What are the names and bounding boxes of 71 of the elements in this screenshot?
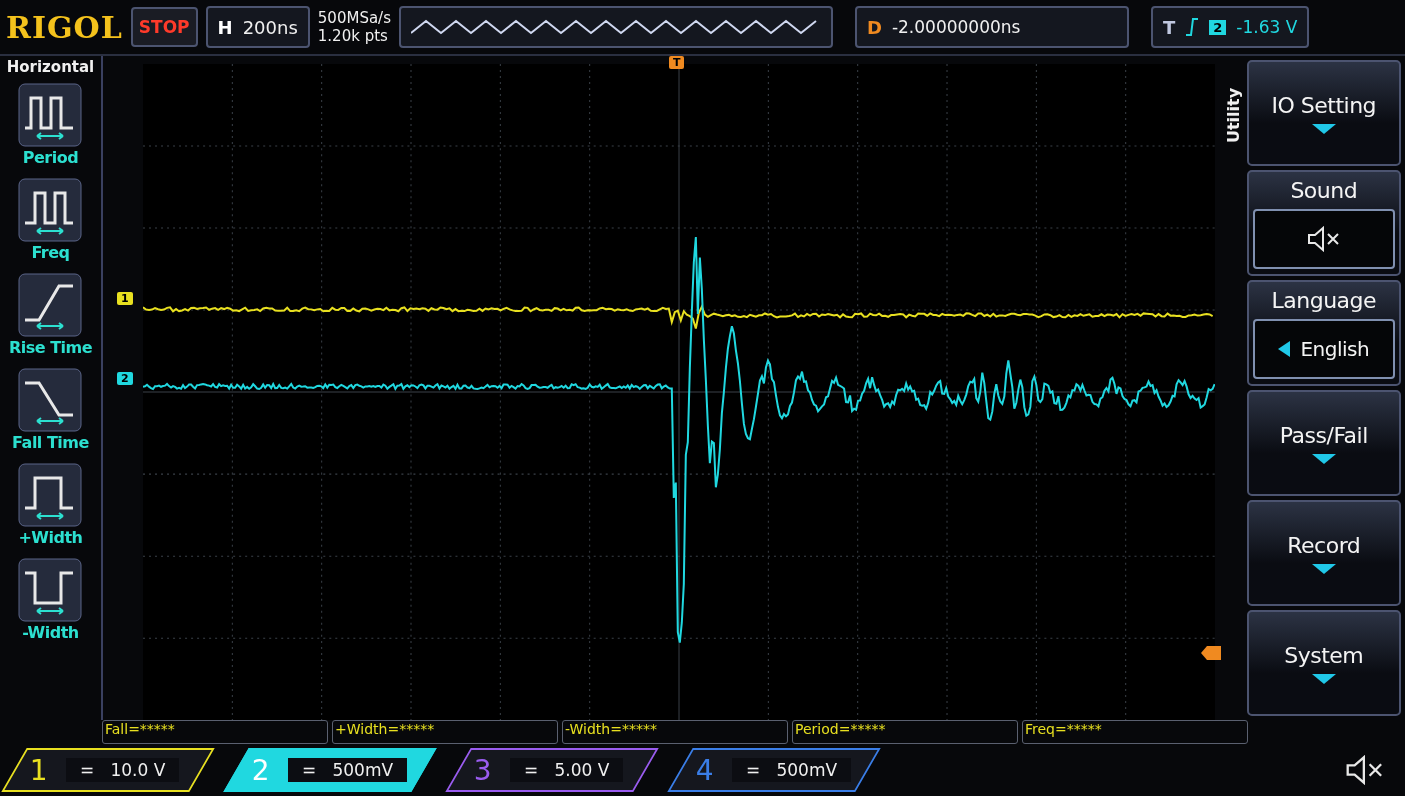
menu-value: English: [1300, 336, 1370, 361]
menu-item[interactable]: Record: [1246, 500, 1401, 606]
channel-tab[interactable]: 2 = 500mV: [223, 748, 437, 792]
speaker-muted-icon: [1345, 755, 1385, 785]
menu-item[interactable]: Language English: [1246, 280, 1401, 386]
run-state-indicator[interactable]: STOP: [130, 7, 198, 47]
channel-tab[interactable]: 1 = 10.0 V: [1, 748, 215, 792]
channel-tab[interactable]: 3 = 5.00 V: [445, 748, 659, 792]
channel-marker[interactable]: 2: [116, 372, 133, 385]
left-arrow-icon: [1278, 340, 1291, 357]
measurement-readout: Freq=*****: [1022, 720, 1248, 744]
trigger-level-marker[interactable]: [1200, 646, 1221, 660]
measure-label[interactable]: -Width: [22, 623, 79, 642]
falling-edge-icon[interactable]: [17, 367, 84, 433]
menu-item-label: IO Setting: [1271, 92, 1377, 118]
menu-item-label: Record: [1287, 532, 1361, 558]
caret-icon: [1311, 563, 1336, 574]
measure-label[interactable]: Freq: [31, 243, 70, 262]
channel-number: 3: [474, 753, 492, 787]
brand-logo: RIGOL: [6, 9, 123, 45]
square-wave-icon[interactable]: [17, 82, 84, 148]
delay-panel[interactable]: D -2.00000000ns: [854, 6, 1129, 48]
channel-scale: = 500mV: [287, 758, 407, 782]
channel-number: 4: [696, 753, 714, 787]
measurement-readout: Fall=*****: [102, 720, 328, 744]
measurement-readout: +Width=*****: [332, 720, 558, 744]
rising-edge-icon: [1185, 17, 1200, 37]
menu-item[interactable]: Pass/Fail: [1246, 390, 1401, 496]
menu-item-label: Pass/Fail: [1279, 422, 1368, 448]
menu-item[interactable]: IO Setting: [1246, 60, 1401, 166]
caret-icon: [1311, 123, 1336, 134]
rising-edge-icon[interactable]: [17, 272, 84, 338]
measure-label[interactable]: Period: [22, 148, 79, 167]
menu-item-label: Language: [1271, 287, 1377, 313]
menu-item-label: System: [1284, 642, 1364, 668]
square-wave-icon[interactable]: [17, 177, 84, 243]
measurement-readout: -Width=*****: [562, 720, 788, 744]
measure-label[interactable]: +Width: [18, 528, 83, 547]
channel-number: 2: [252, 753, 270, 787]
timebase-panel[interactable]: H 200ns: [205, 6, 310, 48]
trigger-label: T: [1162, 16, 1176, 38]
delay-value: -2.00000000ns: [891, 17, 1021, 37]
channel-number: 1: [30, 753, 48, 787]
negative-pulse-icon[interactable]: [17, 557, 84, 623]
language-value-box[interactable]: English: [1252, 318, 1395, 379]
channel-scale: = 500mV: [731, 758, 851, 782]
channel-scale: = 5.00 V: [509, 758, 624, 782]
timebase-value: 200ns: [242, 16, 298, 38]
channel-scale: = 10.0 V: [65, 758, 180, 782]
menu-item[interactable]: Sound: [1246, 170, 1401, 276]
positive-pulse-icon[interactable]: [17, 462, 84, 528]
trigger-panel[interactable]: T 2 -1.63 V: [1150, 6, 1310, 48]
timebase-label: H: [217, 16, 233, 38]
delay-label: D: [866, 16, 882, 38]
trigger-position-marker[interactable]: T: [668, 56, 685, 69]
channel-marker[interactable]: 1: [116, 292, 133, 305]
sample-rate: 500MSa/s: [317, 9, 391, 27]
sidebar-title: Horizontal: [6, 58, 95, 76]
menu-item[interactable]: System: [1246, 610, 1401, 716]
caret-icon: [1311, 453, 1336, 464]
measure-label[interactable]: Rise Time: [8, 338, 93, 357]
channel-tab[interactable]: 4 = 500mV: [667, 748, 881, 792]
sound-value-box[interactable]: [1252, 208, 1395, 269]
caret-icon: [1311, 673, 1336, 684]
measure-label[interactable]: Fall Time: [12, 433, 89, 452]
measurement-readout: Period=*****: [792, 720, 1018, 744]
trigger-source: 2: [1209, 19, 1227, 35]
memory-depth: 1.20k pts: [317, 27, 389, 45]
trigger-level: -1.63 V: [1236, 17, 1298, 37]
menu-title: Utility: [1224, 87, 1244, 144]
menu-item-label: Sound: [1290, 177, 1358, 203]
